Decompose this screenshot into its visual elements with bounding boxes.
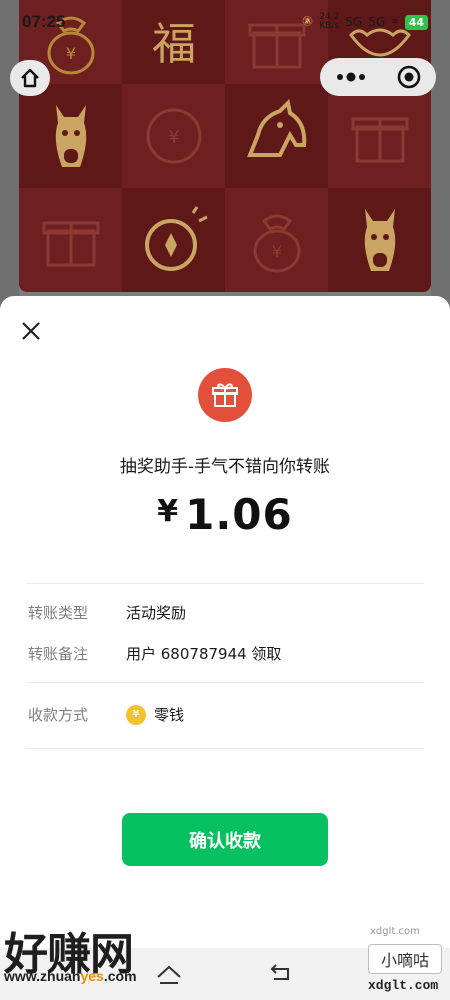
svg-text:¥: ¥ — [271, 242, 281, 261]
watermark-url: www.zhuanyes.com — [4, 968, 137, 984]
detail-row-type: 转账类型 活动奖励 — [28, 602, 428, 623]
close-icon[interactable] — [20, 320, 42, 342]
left-strip — [0, 0, 19, 320]
watermark-url-a: www.zhuan — [4, 968, 81, 984]
background-game-board: ¥ 福 ¥ ¥ — [0, 0, 450, 320]
nav-home-icon — [157, 965, 181, 984]
back-icon — [270, 964, 290, 980]
detail-label: 转账备注 — [28, 645, 89, 663]
divider — [26, 682, 424, 683]
horse-head-icon — [55, 105, 86, 167]
payment-method: ¥ 零钱 — [126, 704, 184, 725]
confirm-receive-button[interactable]: 确认收款 — [122, 813, 328, 866]
detail-label: 收款方式 — [28, 706, 89, 724]
tile-gift — [328, 84, 431, 188]
status-time: 07:25 — [22, 12, 66, 31]
signal-5g-2: 5G — [368, 15, 386, 29]
detail-row-method: 收款方式 ¥ 零钱 — [28, 704, 428, 725]
tile-horse — [225, 84, 328, 188]
change-coin-icon: ¥ — [126, 704, 146, 725]
wifi-icon: ≋ — [391, 17, 399, 27]
detail-value: 用户 680787944 领取 — [126, 645, 282, 663]
tile-gift — [19, 188, 122, 292]
status-bar: 07:25 🔕 24.2 KB/s 5G 5G ≋ 44 — [0, 0, 450, 44]
svg-text:¥: ¥ — [168, 127, 179, 148]
divider — [26, 583, 424, 584]
tile-horse — [328, 188, 431, 292]
net-speed: 24.2 KB/s — [319, 13, 339, 31]
mute-icon: 🔕 — [302, 17, 314, 27]
tile-horse — [19, 84, 122, 188]
gift-badge — [198, 368, 252, 422]
coin-bag-icon: ¥ — [253, 214, 300, 273]
home-button[interactable] — [10, 60, 50, 96]
transfer-sheet: 抽奖助手-手气不错向你转账 ¥1.06 转账类型 活动奖励 转账备注 用户 68… — [0, 296, 450, 1000]
coin-icon: ¥ — [146, 108, 201, 164]
watermark-box: 小嘀咕 — [368, 944, 442, 974]
transfer-amount: ¥1.06 — [0, 490, 450, 539]
tile-coin-bag: ¥ — [225, 188, 328, 292]
net-speed-unit: KB/s — [319, 21, 340, 31]
home-icon — [21, 68, 39, 88]
currency-symbol: ¥ — [157, 494, 180, 529]
nav-back[interactable] — [266, 959, 296, 989]
gift-box-icon — [351, 117, 408, 163]
battery-level: 44 — [404, 14, 428, 30]
amount-value: 1.06 — [185, 490, 293, 539]
gift-box-icon — [42, 221, 99, 267]
sender-line: 抽奖助手-手气不错向你转账 — [119, 457, 331, 477]
watermark-url2: xdglt.com — [368, 978, 439, 993]
mini-program-capsule — [320, 58, 436, 96]
tile-coin — [122, 188, 225, 292]
horse-head-icon — [364, 209, 395, 271]
right-strip — [431, 0, 450, 320]
close-program-icon[interactable] — [396, 64, 422, 90]
detail-value: 零钱 — [154, 706, 185, 724]
svg-text:¥: ¥ — [65, 44, 75, 63]
nav-home[interactable] — [154, 959, 184, 989]
tile-coin: ¥ — [122, 84, 225, 188]
divider — [26, 748, 424, 749]
detail-value: 活动奖励 — [126, 604, 187, 622]
gift-icon — [212, 383, 238, 407]
status-indicators: 🔕 24.2 KB/s 5G 5G ≋ 44 — [302, 13, 428, 31]
watermark-url-b: yes — [80, 968, 104, 984]
coin-icon — [144, 206, 208, 271]
detail-row-note: 转账备注 用户 680787944 领取 — [28, 643, 428, 664]
horse-head-icon — [246, 99, 306, 157]
signal-5g-1: 5G — [345, 15, 363, 29]
more-icon[interactable] — [334, 71, 368, 83]
detail-label: 转账类型 — [28, 604, 89, 622]
watermark-url-c: .com — [103, 968, 137, 984]
watermark-small: xdglt.com — [370, 926, 420, 937]
